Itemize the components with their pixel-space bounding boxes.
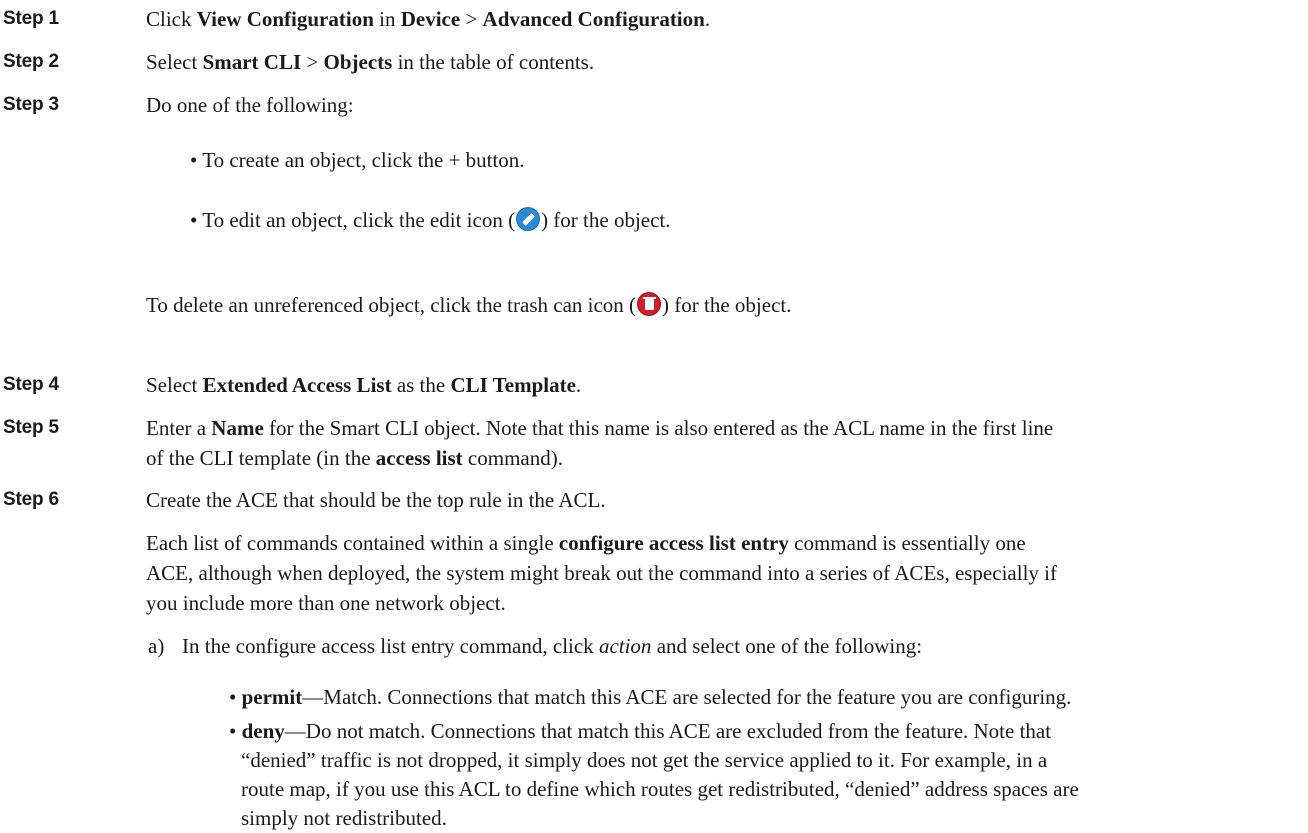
ace-paragraph-line-3: you include more than one network object… — [146, 591, 506, 615]
trash-can-icon — [637, 292, 662, 316]
delete-object-text: To delete an unreferenced object, click … — [146, 292, 792, 317]
create-object-bullet: • To create an object, click the + butto… — [190, 148, 525, 172]
step-3-label: Step 3 — [3, 94, 59, 115]
step-5-line-2: of the CLI template (in the access list … — [146, 446, 563, 470]
substep-a-marker: a) — [148, 634, 165, 658]
step-1-label: Step 1 — [3, 8, 59, 29]
edit-object-bullet: • To edit an object, click the edit icon… — [190, 207, 671, 232]
permit-bullet: • permit—Match. Connections that match t… — [229, 685, 1072, 709]
step-3-text: Do one of the following: — [146, 93, 354, 117]
step-2-text: Select Smart CLI > Objects in the table … — [146, 50, 595, 74]
edit-icon — [516, 207, 541, 231]
step-1-text: Click View Configuration in Device > Adv… — [146, 7, 711, 31]
ace-paragraph-line-1: Each list of commands contained within a… — [146, 531, 1026, 555]
deny-bullet-line-1: • deny—Do not match. Connections that ma… — [229, 719, 1052, 743]
step-5-label: Step 5 — [3, 417, 59, 438]
step-5-line-1: Enter a Name for the Smart CLI object. N… — [146, 416, 1054, 440]
step-4-text: Select Extended Access List as the CLI T… — [146, 373, 582, 397]
ace-paragraph-line-2: ACE, although when deployed, the system … — [146, 561, 1057, 585]
step-4-label: Step 4 — [3, 374, 59, 395]
step-2-label: Step 2 — [3, 51, 59, 72]
deny-bullet-line-3: route map, if you use this ACL to define… — [241, 777, 1079, 801]
step-6-text: Create the ACE that should be the top ru… — [146, 488, 606, 512]
step-6-label: Step 6 — [3, 489, 59, 510]
deny-bullet-line-2: “denied” traffic is not dropped, it simp… — [241, 748, 1048, 772]
substep-a-text: In the configure access list entry comma… — [182, 634, 923, 658]
